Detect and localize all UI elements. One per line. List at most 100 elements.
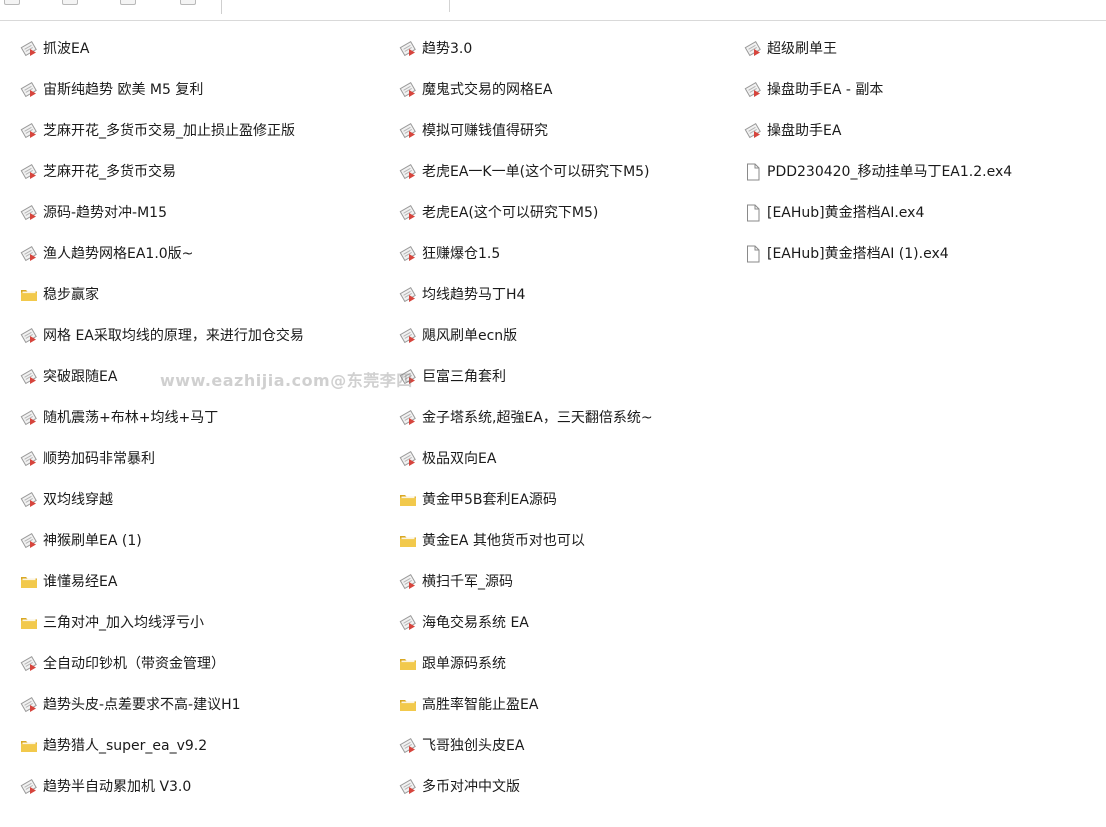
shortcut-file-icon [20, 532, 37, 548]
file-item[interactable]: 神猴刷单EA (1) [20, 520, 390, 561]
shortcut-file-icon [20, 491, 37, 507]
file-item[interactable]: 极品双向EA [399, 438, 769, 479]
file-item-label: 狂赚爆仓1.5 [422, 245, 501, 262]
file-item-label: 宙斯纯趋势 欧美 M5 复利 [43, 81, 204, 98]
file-item[interactable]: 老虎EA一K一单(这个可以研究下M5) [399, 151, 769, 192]
blank-file-icon [747, 245, 760, 262]
file-item-label: 黄金EA 其他货币对也可以 [422, 532, 585, 549]
file-item[interactable]: 趋势猎人_super_ea_v9.2 [20, 725, 390, 766]
file-item[interactable]: 金子塔系统,超強EA，三天翻倍系统~ [399, 397, 769, 438]
file-item[interactable]: PDD230420_移动挂单马丁EA1.2.ex4 [744, 151, 1106, 192]
file-item-label: 全自动印钞机（带资金管理） [43, 655, 225, 672]
file-item-label: 跟单源码系统 [422, 655, 506, 672]
file-item[interactable]: 黄金甲5B套利EA源码 [399, 479, 769, 520]
folder-icon [400, 535, 416, 547]
toolbar-button[interactable] [4, 0, 20, 5]
shortcut-file-icon [20, 81, 37, 97]
file-item[interactable]: 黄金EA 其他货币对也可以 [399, 520, 769, 561]
file-item[interactable]: 超级刷单王 [744, 28, 1106, 69]
explorer-toolbar [0, 0, 1106, 21]
file-item[interactable]: 飞哥独创头皮EA [399, 725, 769, 766]
file-item-label: 金子塔系统,超強EA，三天翻倍系统~ [422, 409, 653, 426]
file-item[interactable]: 操盘助手EA - 副本 [744, 69, 1106, 110]
file-item[interactable]: 趋势3.0 [399, 28, 769, 69]
file-item[interactable]: 横扫千军_源码 [399, 561, 769, 602]
folder-icon [21, 289, 37, 301]
toolbar-button[interactable] [62, 0, 78, 5]
file-item[interactable]: 均线趋势马丁H4 [399, 274, 769, 315]
file-item-label: 巨富三角套利 [422, 368, 506, 385]
file-item-label: 趋势半自动累加机 V3.0 [43, 778, 192, 795]
file-item-label: [EAHub]黄金搭档AI (1).ex4 [767, 245, 949, 262]
file-item[interactable]: 狂赚爆仓1.5 [399, 233, 769, 274]
file-item-label: 抓波EA [43, 40, 90, 57]
file-item-label: 神猴刷单EA (1) [43, 532, 142, 549]
file-item[interactable]: 三角对冲_加入均线浮亏小 [20, 602, 390, 643]
file-item-label: 网格 EA采取均线的原理，来进行加仓交易 [43, 327, 304, 344]
file-item[interactable]: 全自动印钞机（带资金管理） [20, 643, 390, 684]
file-item[interactable]: 网格 EA采取均线的原理，来进行加仓交易 [20, 315, 390, 356]
file-item[interactable]: 顺势加码非常暴利 [20, 438, 390, 479]
file-item[interactable]: 宙斯纯趋势 欧美 M5 复利 [20, 69, 390, 110]
shortcut-file-icon [744, 81, 761, 97]
file-item[interactable]: 趋势半自动累加机 V3.0 [20, 766, 390, 807]
file-item[interactable]: 源码-趋势对冲-M15 [20, 192, 390, 233]
file-item[interactable]: 芝麻开花_多货币交易_加止损止盈修正版 [20, 110, 390, 151]
file-item[interactable]: 随机震荡+布林+均线+马丁 [20, 397, 390, 438]
file-item[interactable]: 多币对冲中文版 [399, 766, 769, 807]
file-item[interactable]: 谁懂易经EA [20, 561, 390, 602]
file-column-1: 抓波EA 宙斯纯趋势 欧美 M5 复利芝麻开花_多货币交易_加止损止盈修正版 芝麻开… [20, 28, 390, 807]
shortcut-file-icon [399, 245, 416, 261]
file-item-label: 稳步赢家 [43, 286, 99, 303]
file-item[interactable]: 趋势头皮-点差要求不高-建议H1 [20, 684, 390, 725]
file-item-label: 老虎EA(这个可以研究下M5) [422, 204, 599, 221]
file-item[interactable]: 突破跟随EA [20, 356, 390, 397]
file-item-label: 随机震荡+布林+均线+马丁 [43, 409, 219, 426]
file-item[interactable]: 跟单源码系统 [399, 643, 769, 684]
shortcut-file-icon [744, 122, 761, 138]
file-item[interactable]: 抓波EA [20, 28, 390, 69]
toolbar-button[interactable] [120, 0, 136, 5]
file-item[interactable]: 稳步赢家 [20, 274, 390, 315]
file-item[interactable]: 操盘助手EA [744, 110, 1106, 151]
file-item-label: 突破跟随EA [43, 368, 118, 385]
file-item-label: 飞哥独创头皮EA [422, 737, 525, 754]
file-item[interactable]: 飓风刷单ecn版 [399, 315, 769, 356]
file-column-3: 超级刷单王 操盘助手EA - 副本 操盘助手EA PDD230420_移动挂单马丁EA… [744, 28, 1106, 274]
file-item[interactable]: 高胜率智能止盈EA [399, 684, 769, 725]
folder-icon [21, 576, 37, 588]
file-column-2: 趋势3.0 魔鬼式交易的网格EA 模拟可赚钱值得研究老虎EA一K一单(这个可以研究下… [399, 28, 769, 807]
shortcut-file-icon [20, 40, 37, 56]
shortcut-file-icon [399, 40, 416, 56]
shortcut-file-icon [20, 327, 37, 343]
file-item[interactable]: 芝麻开花_多货币交易 [20, 151, 390, 192]
file-item[interactable]: 海龟交易系统 EA [399, 602, 769, 643]
file-item[interactable]: 渔人趋势网格EA1.0版~ [20, 233, 390, 274]
file-item[interactable]: 双均线穿越 [20, 479, 390, 520]
file-item-label: 均线趋势马丁H4 [422, 286, 526, 303]
file-item[interactable]: [EAHub]黄金搭档AI (1).ex4 [744, 233, 1106, 274]
shortcut-file-icon [20, 122, 37, 138]
shortcut-file-icon [399, 737, 416, 753]
toolbar-button[interactable] [180, 0, 196, 5]
shortcut-file-icon [399, 163, 416, 179]
file-item[interactable]: 魔鬼式交易的网格EA [399, 69, 769, 110]
file-item-label: 极品双向EA [422, 450, 497, 467]
file-item-label: 渔人趋势网格EA1.0版~ [43, 245, 194, 262]
file-item-label: 魔鬼式交易的网格EA [422, 81, 553, 98]
file-item-label: 源码-趋势对冲-M15 [43, 204, 167, 221]
toolbar-separator [221, 0, 222, 14]
file-item[interactable]: [EAHub]黄金搭档AI.ex4 [744, 192, 1106, 233]
file-item[interactable]: 模拟可赚钱值得研究 [399, 110, 769, 151]
file-item-label: [EAHub]黄金搭档AI.ex4 [767, 204, 925, 221]
blank-file-icon [747, 204, 760, 221]
file-list: 抓波EA 宙斯纯趋势 欧美 M5 复利芝麻开花_多货币交易_加止损止盈修正版 芝麻开… [0, 28, 1106, 818]
file-item-label: 高胜率智能止盈EA [422, 696, 539, 713]
shortcut-file-icon [20, 245, 37, 261]
file-item-label: 老虎EA一K一单(这个可以研究下M5) [422, 163, 650, 180]
file-item[interactable]: 巨富三角套利 [399, 356, 769, 397]
file-item[interactable]: 老虎EA(这个可以研究下M5) [399, 192, 769, 233]
file-item-label: 双均线穿越 [43, 491, 113, 508]
shortcut-file-icon [399, 573, 416, 589]
blank-file-icon [747, 163, 760, 180]
